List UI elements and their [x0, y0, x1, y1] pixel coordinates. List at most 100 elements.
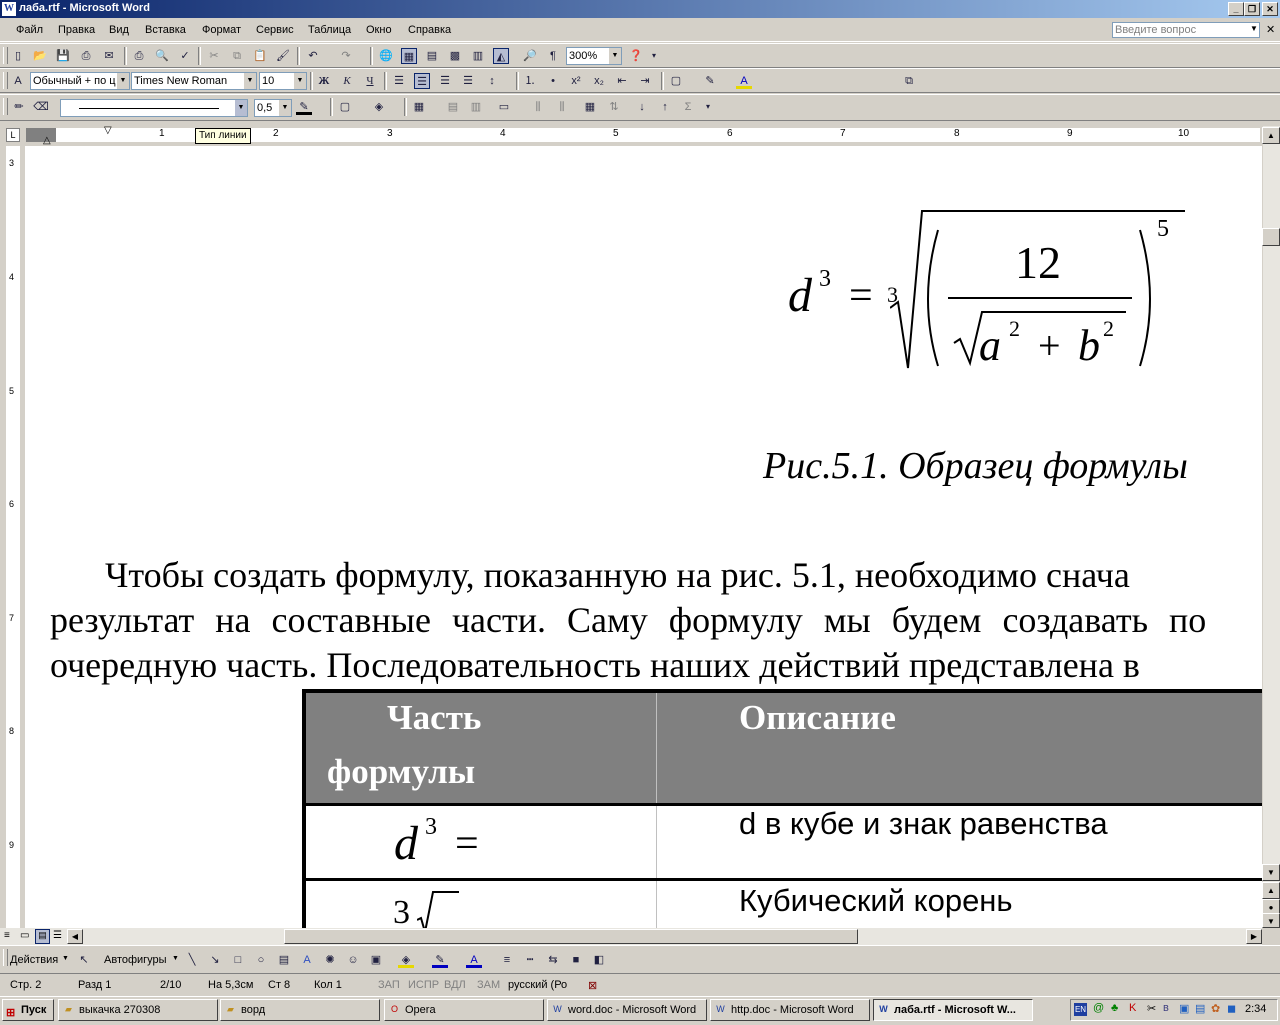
text-direction-icon[interactable]: ⇅: [606, 99, 622, 115]
shadow-style-icon[interactable]: ■: [568, 952, 584, 968]
menu-insert[interactable]: Вставка: [145, 24, 186, 36]
formula-image[interactable]: d 3 = 3 12 a 2 + b 2 5: [785, 208, 1205, 383]
line-tool-icon[interactable]: ╲: [184, 952, 200, 968]
help-icon[interactable]: ❓: [628, 48, 644, 64]
italic-button[interactable]: К: [339, 73, 355, 89]
status-overtype[interactable]: ЗАМ: [477, 979, 500, 991]
distribute-columns-icon[interactable]: ⫼: [554, 99, 570, 115]
bullets-icon[interactable]: •: [545, 73, 561, 89]
tables-borders-icon[interactable]: ▦: [401, 48, 417, 64]
arrow-tool-icon[interactable]: ↘: [207, 952, 223, 968]
toolbar-grip[interactable]: [3, 47, 8, 64]
style-select[interactable]: Обычный + по ц ▼: [30, 72, 130, 90]
copy-icon[interactable]: ⧉: [229, 48, 245, 64]
rectangle-tool-icon[interactable]: □: [230, 952, 246, 968]
autosum-icon[interactable]: Σ: [680, 99, 696, 115]
insert-table-icon[interactable]: ▤: [424, 48, 440, 64]
clock[interactable]: 2:34: [1245, 1003, 1266, 1015]
task-word-doc[interactable]: Wword.doc - Microsoft Word: [547, 999, 707, 1021]
line-spacing-icon[interactable]: ↕: [484, 73, 500, 89]
menu-format[interactable]: Формат: [202, 24, 241, 36]
align-cell-icon[interactable]: ▭: [496, 99, 512, 115]
actions-menu[interactable]: Действия: [10, 954, 58, 966]
menu-help[interactable]: Справка: [408, 24, 451, 36]
fill-color-icon[interactable]: ◈: [398, 952, 414, 968]
scroll-down-button[interactable]: ▼: [1262, 864, 1280, 881]
menu-view[interactable]: Вид: [109, 24, 129, 36]
toolbar-grip[interactable]: [3, 949, 8, 966]
line-style-icon[interactable]: ≡: [499, 952, 515, 968]
icq-tray-icon[interactable]: @: [1093, 1002, 1104, 1014]
autoshapes-dropdown-icon[interactable]: ▼: [172, 955, 179, 962]
actions-dropdown-icon[interactable]: ▼: [62, 955, 69, 962]
close-button[interactable]: ✕: [1262, 2, 1278, 16]
superscript-icon[interactable]: x²: [568, 73, 584, 89]
cut-icon[interactable]: ✂: [206, 48, 222, 64]
close-document-icon[interactable]: ✕: [1266, 23, 1275, 36]
font-color-icon[interactable]: A: [736, 73, 752, 89]
drawing-icon[interactable]: ◭: [493, 48, 509, 64]
menu-table[interactable]: Таблица: [308, 24, 351, 36]
oval-tool-icon[interactable]: ○: [253, 952, 269, 968]
status-record[interactable]: ЗАП: [378, 979, 400, 991]
scroll-left-button[interactable]: ◀: [67, 929, 83, 944]
web-view-icon[interactable]: ▭: [20, 930, 29, 941]
menu-edit[interactable]: Правка: [58, 24, 95, 36]
table-autoformat-icon[interactable]: ▦: [582, 99, 598, 115]
volume-tray-icon[interactable]: ◼: [1227, 1002, 1236, 1015]
task-folder-word[interactable]: ▰ ворд: [220, 999, 380, 1021]
format-painter-icon[interactable]: 🖌: [275, 48, 291, 64]
sort-descending-icon[interactable]: ↑: [657, 99, 673, 115]
language-indicator[interactable]: EN: [1074, 1003, 1087, 1016]
decrease-indent-icon[interactable]: ⇤: [614, 73, 630, 89]
underline-button[interactable]: Ч: [362, 73, 378, 89]
undo-icon[interactable]: ↶: [305, 48, 321, 64]
connection-tray-icon[interactable]: ▤: [1195, 1002, 1205, 1015]
paste-icon[interactable]: 📋: [252, 48, 268, 64]
tool-tray-icon[interactable]: ✂: [1147, 1002, 1156, 1015]
line-weight-select[interactable]: 0,5 ▼: [254, 99, 292, 117]
scroll-up-button[interactable]: ▲: [1262, 127, 1280, 144]
dash-style-icon[interactable]: ┅: [522, 952, 538, 968]
vertical-scroll-thumb[interactable]: [1262, 228, 1280, 246]
antivirus-tray-icon[interactable]: K: [1129, 1002, 1136, 1014]
display-tray-icon[interactable]: ▣: [1179, 1002, 1189, 1015]
autoshapes-menu[interactable]: Автофигуры: [104, 954, 167, 966]
border-icon[interactable]: ▢: [668, 73, 684, 89]
justify-icon[interactable]: ☰: [460, 73, 476, 89]
next-page-button[interactable]: ▼: [1262, 913, 1280, 928]
open-icon[interactable]: 📂: [32, 48, 48, 64]
toolbar-options-icon-2[interactable]: ▾: [700, 99, 716, 115]
select-objects-icon[interactable]: ↖: [76, 952, 92, 968]
border-color-icon[interactable]: ✎: [296, 99, 312, 115]
insert-picture-icon[interactable]: ▣: [368, 952, 384, 968]
font-select[interactable]: Times New Roman ▼: [131, 72, 257, 90]
distribute-rows-icon[interactable]: ⫼: [530, 99, 546, 115]
network-tray-icon[interactable]: ♣: [1111, 1002, 1118, 1014]
email-icon[interactable]: ✉: [101, 48, 117, 64]
start-button[interactable]: ⊞ Пуск: [2, 999, 54, 1021]
new-document-icon[interactable]: ▯: [10, 48, 26, 64]
redo-icon[interactable]: ↷: [338, 48, 354, 64]
print-layout-view-icon[interactable]: ▤: [35, 929, 50, 944]
document-page[interactable]: d 3 = 3 12 a 2 + b 2 5 Рис.5.1. Образец …: [25, 146, 1262, 928]
menu-file[interactable]: Файл: [16, 24, 43, 36]
driver-tray-icon[interactable]: ✿: [1211, 1002, 1220, 1015]
merge-cells-icon[interactable]: ▤: [445, 99, 461, 115]
align-left-icon[interactable]: ☰: [391, 73, 407, 89]
insert-excel-icon[interactable]: ▩: [447, 48, 463, 64]
toolbar-grip[interactable]: [3, 72, 8, 89]
status-language[interactable]: русский (Ро: [508, 979, 567, 991]
increase-indent-icon[interactable]: ⇥: [637, 73, 653, 89]
tab-selector-icon[interactable]: L: [6, 128, 20, 142]
menu-window[interactable]: Окно: [366, 24, 392, 36]
draw-table-icon[interactable]: ✏: [11, 99, 27, 115]
spelling-status-icon[interactable]: ⊠: [588, 979, 597, 992]
previous-page-button[interactable]: ▲: [1262, 882, 1280, 899]
save-icon[interactable]: 💾: [55, 48, 71, 64]
restore-button[interactable]: ❐: [1244, 2, 1260, 16]
bluetooth-tray-icon[interactable]: ʙ: [1163, 1002, 1169, 1014]
vertical-scrollbar[interactable]: [1262, 126, 1280, 928]
text-box-icon[interactable]: ▤: [276, 952, 292, 968]
task-folder-vykachka[interactable]: ▰ выкачка 270308: [58, 999, 218, 1021]
